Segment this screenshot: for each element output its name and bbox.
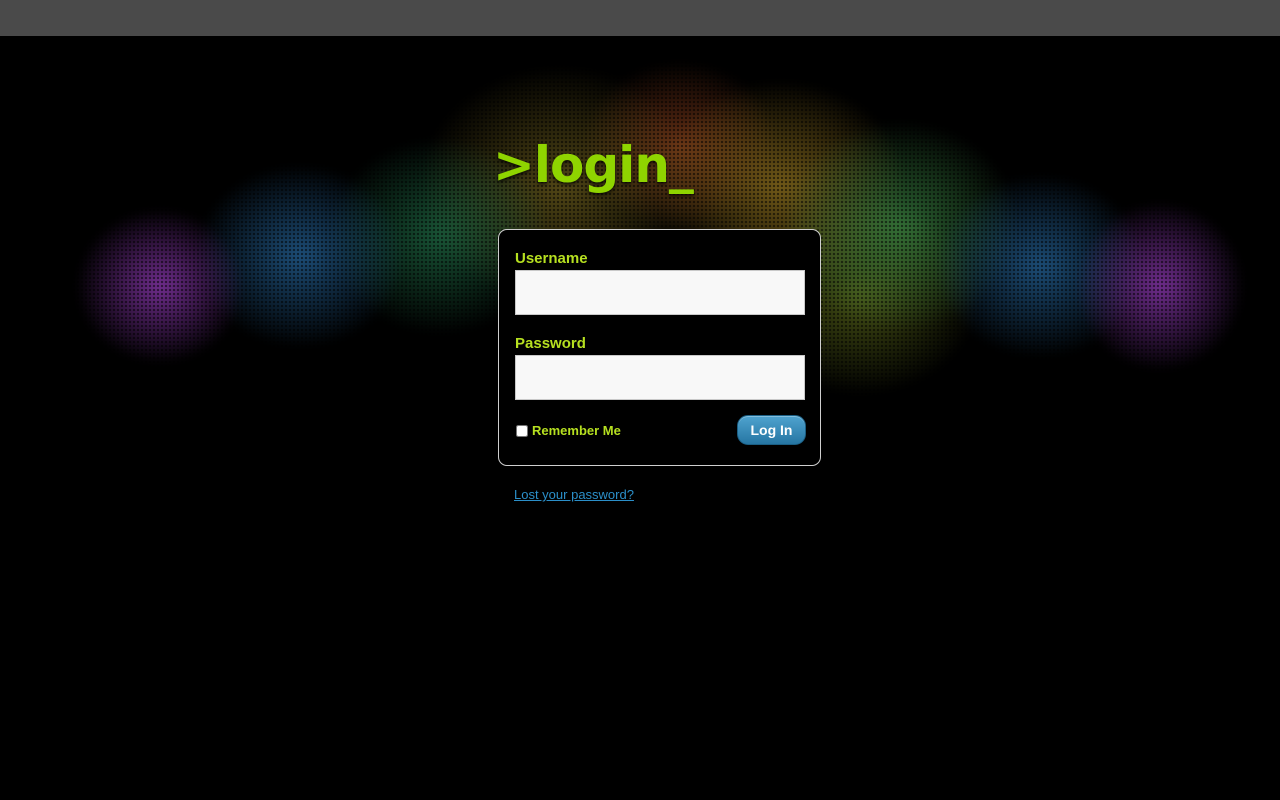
login-form-panel: Username Password Remember Me Log In [498,229,821,466]
login-page: >login_ Username Password Remember Me Lo… [0,36,1280,800]
username-label: Username [515,250,588,267]
password-label: Password [515,335,586,352]
remember-me-checkbox[interactable] [516,424,528,437]
log-in-button[interactable]: Log In [737,415,806,445]
remember-me-label: Remember Me [532,423,621,438]
remember-me-option[interactable]: Remember Me [516,423,621,438]
browser-top-bar [0,0,1280,37]
password-input[interactable] [515,355,805,400]
username-input[interactable] [515,270,805,315]
lost-password-link[interactable]: Lost your password? [514,487,634,502]
login-logo: >login_ [493,136,694,194]
